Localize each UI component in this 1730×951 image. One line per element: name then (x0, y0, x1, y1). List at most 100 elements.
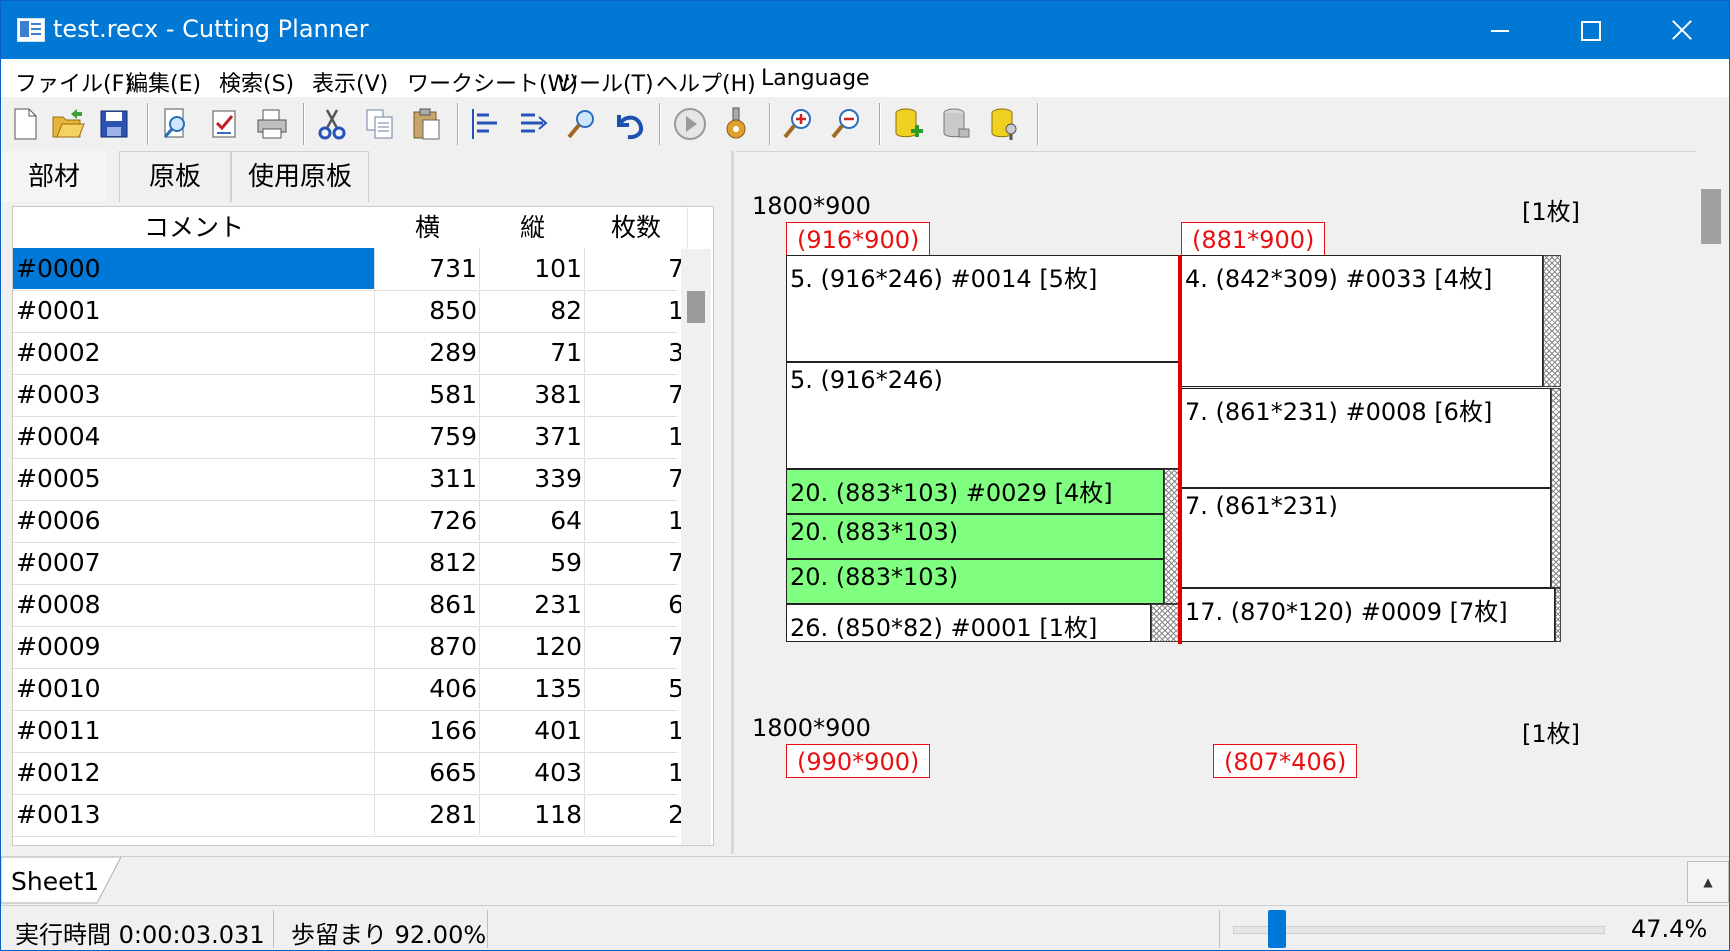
cell-height[interactable]: 59 (480, 542, 585, 583)
column-header-comment[interactable]: コメント (13, 207, 376, 248)
cell-count[interactable]: 5 (585, 668, 687, 709)
cell-height[interactable]: 82 (480, 290, 585, 331)
cell-height[interactable]: 120 (480, 626, 585, 667)
cell-width[interactable]: 166 (375, 710, 480, 751)
cell-count[interactable]: 7 (585, 374, 687, 415)
panel-splitter[interactable] (731, 151, 734, 854)
cut-piece[interactable]: 7. (861*231) (1181, 488, 1551, 588)
cell-count[interactable]: 7 (585, 458, 687, 499)
cell-width[interactable]: 759 (375, 416, 480, 457)
grid-scrollbar-thumb[interactable] (687, 291, 705, 323)
menu-help[interactable]: ヘルプ(H) (656, 66, 756, 98)
cell-height[interactable]: 71 (480, 332, 585, 373)
cut-piece[interactable]: 26. (850*82) #0001 [1枚] (786, 604, 1151, 642)
cell-count[interactable]: 1 (585, 710, 687, 751)
column-header-width[interactable]: 横 (375, 207, 481, 248)
cell-count[interactable]: 3 (585, 332, 687, 373)
column-header-count[interactable]: 枚数 (585, 207, 688, 248)
zoom-slider-thumb[interactable] (1268, 910, 1287, 948)
table-row[interactable]: #0003 581 381 7 (13, 374, 687, 417)
db-key-icon[interactable] (985, 105, 1023, 143)
cell-width[interactable]: 581 (375, 374, 480, 415)
cell-comment[interactable]: #0002 (13, 332, 375, 373)
cell-count[interactable]: 6 (585, 584, 687, 625)
close-button[interactable] (1635, 1, 1727, 59)
cell-comment[interactable]: #0011 (13, 710, 375, 751)
menu-language[interactable]: Language (761, 66, 870, 91)
menu-file[interactable]: ファイル(F) (15, 66, 133, 98)
cell-height[interactable]: 401 (480, 710, 585, 751)
run-icon[interactable] (671, 105, 709, 143)
open-folder-icon[interactable] (49, 105, 87, 143)
canvas-scrollbar[interactable] (1696, 151, 1729, 854)
cut-piece-selected[interactable]: 20. (883*103) (786, 559, 1164, 604)
cell-width[interactable]: 281 (375, 794, 480, 835)
table-row[interactable]: #0006 726 64 1 (13, 500, 687, 543)
cell-width[interactable]: 665 (375, 752, 480, 793)
check-sheet-icon[interactable] (205, 105, 243, 143)
zoom-slider[interactable] (1233, 926, 1605, 934)
cell-comment[interactable]: #0004 (13, 416, 375, 457)
cell-height[interactable]: 371 (480, 416, 585, 457)
cell-comment[interactable]: #0010 (13, 668, 375, 709)
cell-height[interactable]: 101 (480, 248, 585, 289)
align-right-icon[interactable] (515, 105, 553, 143)
undo-icon[interactable] (609, 105, 647, 143)
cell-comment[interactable]: #0009 (13, 626, 375, 667)
cell-width[interactable]: 850 (375, 290, 480, 331)
print-icon[interactable] (253, 105, 291, 143)
find-icon[interactable] (563, 105, 601, 143)
cell-width[interactable]: 870 (375, 626, 480, 667)
cell-width[interactable]: 812 (375, 542, 480, 583)
table-row[interactable]: #0013 281 118 2 (13, 794, 687, 837)
cell-comment[interactable]: #0012 (13, 752, 375, 793)
cell-height[interactable]: 135 (480, 668, 585, 709)
cell-width[interactable]: 311 (375, 458, 480, 499)
db-add-icon[interactable] (889, 105, 927, 143)
cell-comment[interactable]: #0005 (13, 458, 375, 499)
cell-comment[interactable]: #0008 (13, 584, 375, 625)
column-header-height[interactable]: 縦 (480, 207, 586, 248)
sheet-tab[interactable]: Sheet1 (1, 857, 121, 905)
tab-sheets[interactable]: 原板 (119, 151, 231, 202)
cell-comment[interactable]: #0006 (13, 500, 375, 541)
copy-icon[interactable] (361, 105, 399, 143)
table-row[interactable]: #0009 870 120 7 (13, 626, 687, 669)
scroll-up-button[interactable]: ▲ (1687, 861, 1729, 903)
cell-count[interactable]: 1 (585, 752, 687, 793)
align-left-icon[interactable] (467, 105, 505, 143)
settings-gear-icon[interactable] (717, 105, 755, 143)
cell-width[interactable]: 861 (375, 584, 480, 625)
cell-comment[interactable]: #0013 (13, 794, 375, 835)
maximize-button[interactable] (1544, 1, 1636, 59)
menu-edit[interactable]: 編集(E) (126, 66, 201, 98)
table-row[interactable]: #0005 311 339 7 (13, 458, 687, 501)
cut-piece[interactable]: 5. (916*246) (786, 362, 1179, 469)
table-row[interactable]: #0004 759 371 1 (13, 416, 687, 459)
cell-comment[interactable]: #0001 (13, 290, 375, 331)
table-row[interactable]: #0011 166 401 1 (13, 710, 687, 753)
save-icon[interactable] (95, 105, 133, 143)
cell-height[interactable]: 381 (480, 374, 585, 415)
cell-height[interactable]: 339 (480, 458, 585, 499)
db-icon[interactable] (937, 105, 975, 143)
menu-tools[interactable]: ツール(T) (557, 66, 654, 98)
cut-piece[interactable]: 4. (842*309) #0033 [4枚] (1181, 255, 1543, 387)
cut-icon[interactable] (313, 105, 351, 143)
cell-width[interactable]: 726 (375, 500, 480, 541)
table-row[interactable]: #0010 406 135 5 (13, 668, 687, 711)
cell-count[interactable]: 7 (585, 626, 687, 667)
table-row[interactable]: #0002 289 71 3 (13, 332, 687, 375)
cell-height[interactable]: 231 (480, 584, 585, 625)
grid-scrollbar[interactable] (681, 249, 711, 845)
cell-height[interactable]: 403 (480, 752, 585, 793)
cell-width[interactable]: 406 (375, 668, 480, 709)
menu-view[interactable]: 表示(V) (312, 66, 388, 98)
cell-count[interactable]: 1 (585, 290, 687, 331)
minimize-button[interactable] (1453, 1, 1545, 59)
selected-cut-line[interactable] (1178, 255, 1182, 644)
cell-width[interactable]: 731 (375, 248, 480, 289)
cell-comment[interactable]: #0003 (13, 374, 375, 415)
title-bar[interactable]: test.recx - Cutting Planner (1, 1, 1729, 59)
cell-count[interactable]: 2 (585, 794, 687, 835)
